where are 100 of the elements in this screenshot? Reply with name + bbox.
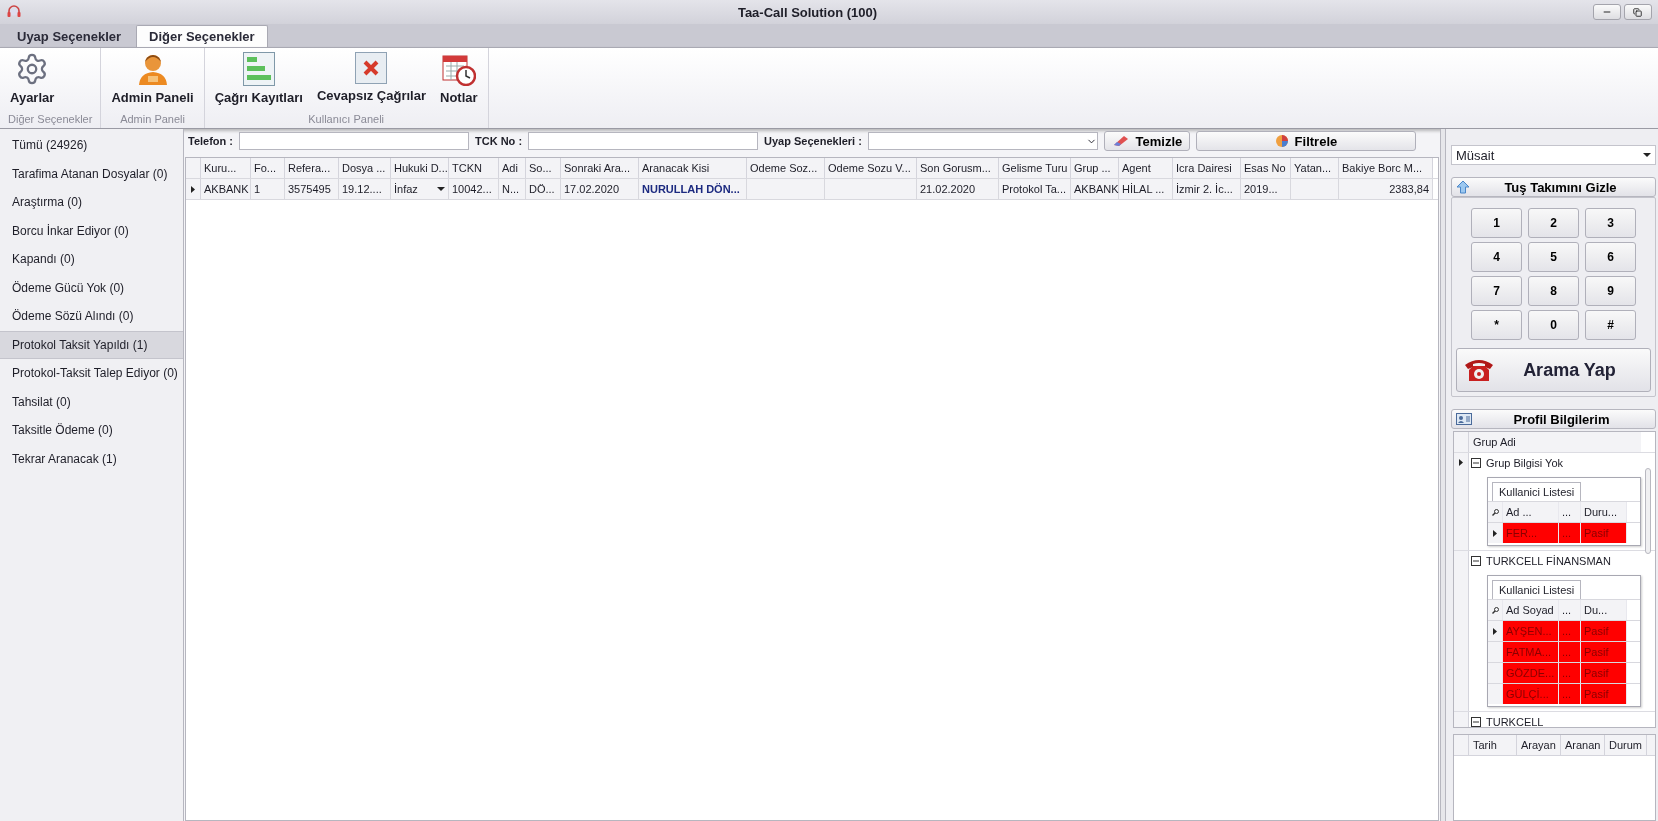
column-header[interactable]: Durum	[1605, 735, 1647, 755]
keypad-key[interactable]: 5	[1528, 242, 1579, 272]
row-header[interactable]	[1488, 621, 1503, 641]
row-indicator-icon	[1459, 459, 1463, 466]
column-header[interactable]: Odeme Soz...	[747, 158, 825, 178]
column-header[interactable]: ...	[1559, 502, 1581, 522]
table-cell: 3575495	[285, 179, 339, 199]
ribbon-button[interactable]: Ayarlar	[4, 50, 61, 107]
splitter[interactable]	[1440, 129, 1446, 821]
column-header[interactable]: So...	[526, 158, 561, 178]
column-header[interactable]: Sonraki Ara...	[561, 158, 639, 178]
call-button[interactable]: Arama Yap	[1456, 348, 1651, 392]
table-cell: Pasif	[1581, 621, 1627, 641]
search-icon	[1491, 606, 1499, 614]
ribbon-button[interactable]: Çağrı Kayıtları	[208, 50, 309, 107]
column-header[interactable]: Icra Dairesi	[1173, 158, 1241, 178]
minimize-button[interactable]	[1593, 4, 1621, 20]
column-header[interactable]: Esas No	[1241, 158, 1291, 178]
column-header[interactable]: Agent	[1119, 158, 1173, 178]
column-header[interactable]: Du...	[1581, 600, 1627, 620]
keypad-key[interactable]: 1	[1471, 208, 1522, 238]
restore-button[interactable]	[1624, 4, 1652, 20]
sidebar-item[interactable]: Borcu İnkar Ediyor (0)	[0, 216, 183, 245]
column-header[interactable]: Arayan	[1517, 735, 1561, 755]
column-header[interactable]: Kuru...	[201, 158, 251, 178]
column-header[interactable]: Gelisme Turu	[999, 158, 1071, 178]
list-icon	[242, 52, 275, 86]
collapse-icon[interactable]	[1471, 458, 1481, 468]
column-header[interactable]: TCKN	[449, 158, 499, 178]
sidebar-item[interactable]: Tümü (24926)	[0, 131, 183, 160]
column-header[interactable]: Hukuki D...	[391, 158, 449, 178]
keypad-key[interactable]: 4	[1471, 242, 1522, 272]
dropdown-cell[interactable]: İnfaz	[391, 179, 449, 199]
table-cell: AKBANK	[1071, 179, 1119, 199]
column-header[interactable]: Yatan...	[1291, 158, 1339, 178]
keypad-key[interactable]: #	[1585, 310, 1636, 340]
status-dropdown[interactable]: Müsait	[1451, 145, 1656, 165]
column-header[interactable]: Aranacak Kisi	[639, 158, 747, 178]
keypad-key[interactable]: 0	[1528, 310, 1579, 340]
column-header[interactable]: Ad ...	[1503, 502, 1559, 522]
sidebar-item[interactable]: Ödeme Gücü Yok (0)	[0, 273, 183, 302]
ribbon-tab[interactable]: Diğer Seçenekler	[136, 25, 268, 47]
table-cell: ...	[1559, 523, 1581, 543]
keypad-key[interactable]: 9	[1585, 276, 1636, 306]
column-header[interactable]: Fo...	[251, 158, 285, 178]
ribbon-button[interactable]: Admin Paneli	[105, 50, 200, 107]
search-cell[interactable]	[1488, 600, 1503, 620]
column-header[interactable]: Ad Soyad	[1503, 600, 1559, 620]
sidebar-item[interactable]: Tarafima Atanan Dosyalar (0)	[0, 159, 183, 188]
column-header[interactable]: ...	[1559, 600, 1581, 620]
column-header[interactable]: Dosya ...	[339, 158, 391, 178]
toolbar-button[interactable]: Filtrele	[1195, 131, 1416, 151]
sidebar-item[interactable]: Taksitle Ödeme (0)	[0, 416, 183, 445]
detail-tab[interactable]: Kullanici Listesi	[1492, 580, 1582, 599]
column-header[interactable]: Refera...	[285, 158, 339, 178]
keypad-key[interactable]: *	[1471, 310, 1522, 340]
search-cell[interactable]	[1488, 502, 1503, 522]
collapse-icon[interactable]	[1471, 717, 1481, 727]
column-header[interactable]: Tarih	[1469, 735, 1517, 755]
ribbon-tab[interactable]: Uyap Seçenekler	[4, 25, 135, 47]
ribbon-button[interactable]: Notlar	[434, 50, 484, 107]
pie-chart-icon	[1274, 134, 1289, 148]
profile-header-button[interactable]: Profil Bilgilerim	[1451, 409, 1656, 429]
calendar-clock-icon	[441, 52, 476, 86]
column-header[interactable]: Grup ...	[1071, 158, 1119, 178]
sidebar-item[interactable]: Ödeme Sözü Alındı (0)	[0, 302, 183, 331]
column-header[interactable]: Adi	[499, 158, 526, 178]
detail-tab[interactable]: Kullanici Listesi	[1492, 482, 1582, 501]
table-cell: GÜLÇİ...	[1503, 684, 1559, 704]
row-indicator-icon	[1493, 529, 1497, 537]
toolbar-button[interactable]: Temizle	[1103, 131, 1190, 151]
keypad-key[interactable]: 3	[1585, 208, 1636, 238]
sidebar-item[interactable]: Kapandı (0)	[0, 245, 183, 274]
group-name: Grup Bilgisi Yok	[1486, 457, 1564, 469]
sidebar-item[interactable]: Tekrar Aranacak (1)	[0, 444, 183, 473]
sidebar-item[interactable]: Tahsilat (0)	[0, 387, 183, 416]
table-cell: 21.02.2020	[917, 179, 999, 199]
collapse-icon[interactable]	[1471, 556, 1481, 566]
column-header[interactable]: Grup Adi	[1469, 432, 1641, 452]
input-field[interactable]	[239, 132, 469, 150]
table-cell: ...	[1559, 684, 1581, 704]
ribbon-button[interactable]: Cevapsız Çağrılar	[310, 50, 432, 105]
row-header[interactable]	[1488, 523, 1503, 543]
dropdown-field[interactable]	[867, 132, 1098, 150]
keypad-key[interactable]: 7	[1471, 276, 1522, 306]
column-header[interactable]: Duru...	[1581, 502, 1627, 522]
column-header[interactable]: Aranan	[1561, 735, 1605, 755]
table-cell: N...	[499, 179, 526, 199]
sidebar-item[interactable]: Araştırma (0)	[0, 188, 183, 217]
column-header[interactable]: Odeme Sozu V...	[825, 158, 917, 178]
column-header[interactable]: Bakiye Borc M...	[1339, 158, 1433, 178]
keypad-toggle-button[interactable]: Tuş Takımını Gizle	[1451, 177, 1656, 197]
keypad-key[interactable]: 8	[1528, 276, 1579, 306]
input-field[interactable]	[528, 132, 759, 150]
keypad-key[interactable]: 2	[1528, 208, 1579, 238]
sidebar-item[interactable]: Protokol-Taksit Talep Ediyor (0)	[0, 359, 183, 388]
column-header[interactable]: Son Gorusm...	[917, 158, 999, 178]
row-header[interactable]	[186, 179, 201, 199]
sidebar-item[interactable]: Protokol Taksit Yapıldı (1)	[0, 330, 183, 359]
keypad-key[interactable]: 6	[1585, 242, 1636, 272]
